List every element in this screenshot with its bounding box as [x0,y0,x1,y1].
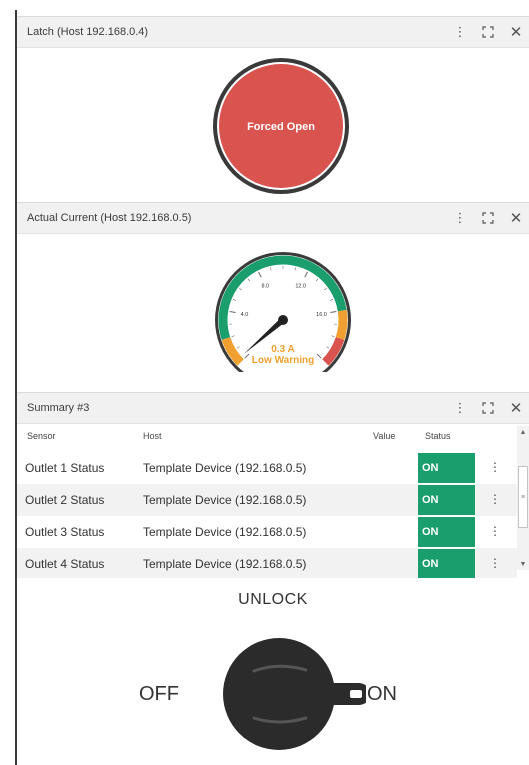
gauge-value-text: 0.3 A [271,344,295,355]
close-icon[interactable]: ✕ [507,23,525,41]
sensor-cell: Outlet 2 Status [25,493,105,507]
summary-panel: Summary #3 ⋮ ✕ Sensor Host Value Status … [17,392,529,578]
dashboard: Latch (Host 192.168.0.4) ⋮ ✕ Forced Open… [0,0,529,765]
unlock-title: UNLOCK [238,591,308,608]
status-badge: ON [418,485,475,515]
table-row[interactable]: Outlet 4 Status Template Device (192.168… [17,548,517,578]
sensor-cell: Outlet 4 Status [25,557,105,571]
kebab-menu-icon[interactable]: ⋮ [451,23,469,41]
row-menu-icon[interactable]: ⋮ [487,490,503,508]
host-cell: Template Device (192.168.0.5) [143,461,307,475]
current-panel-title: Actual Current (Host 192.168.0.5) [27,212,192,224]
on-label: ON [367,683,397,705]
table-header: Sensor Host Value Status [17,426,517,446]
gauge-status-text: Low Warning [252,355,314,366]
table-row[interactable]: Outlet 1 Status Template Device (192.168… [17,452,517,484]
column-header-status[interactable]: Status [425,431,451,441]
expand-icon[interactable] [479,209,497,227]
row-menu-icon[interactable]: ⋮ [487,522,503,540]
scroll-up-arrow-icon[interactable]: ▲ [517,426,529,438]
rotary-switch[interactable] [216,638,370,758]
latch-panel: Latch (Host 192.168.0.4) ⋮ ✕ Forced Open [17,16,529,202]
expand-icon[interactable] [479,399,497,417]
current-gauge: 4.0 8.0 12.0 16.0 0.3 A Low Warning [203,242,363,388]
host-cell: Template Device (192.168.0.5) [143,525,307,539]
host-cell: Template Device (192.168.0.5) [143,493,307,507]
current-panel: Actual Current (Host 192.168.0.5) ⋮ ✕ 4.… [17,202,529,390]
latch-panel-header[interactable]: Latch (Host 192.168.0.4) ⋮ ✕ [17,16,529,48]
gauge-tick-label: 8.0 [261,283,269,289]
status-badge: ON [418,453,475,483]
host-cell: Template Device (192.168.0.5) [143,557,307,571]
gauge-zone [335,309,348,340]
latch-state-label: Forced Open [247,121,315,133]
pointer-indicator [350,690,362,698]
row-menu-icon[interactable]: ⋮ [487,458,503,476]
latch-panel-title: Latch (Host 192.168.0.4) [27,26,149,38]
current-panel-header[interactable]: Actual Current (Host 192.168.0.5) ⋮ ✕ [17,202,529,234]
expand-icon[interactable] [479,23,497,41]
table-row[interactable]: Outlet 3 Status Template Device (192.168… [17,516,517,548]
column-header-sensor[interactable]: Sensor [27,431,56,441]
kebab-menu-icon[interactable]: ⋮ [451,209,469,227]
scroll-thumb[interactable]: ≡ [518,466,528,528]
status-badge: ON [418,517,475,547]
gauge-tick-label: 12.0 [295,283,306,289]
gauge-hub [278,315,288,325]
kebab-menu-icon[interactable]: ⋮ [451,399,469,417]
sensor-cell: Outlet 1 Status [25,461,105,475]
latch-indicator[interactable]: Forced Open [211,56,351,201]
status-badge: ON [418,549,475,578]
column-header-value[interactable]: Value [373,431,395,441]
gauge-tick-label: 4.0 [241,312,249,318]
table-row[interactable]: Outlet 2 Status Template Device (192.168… [17,484,517,516]
off-label: OFF [139,683,179,705]
column-header-host[interactable]: Host [143,431,162,441]
summary-panel-title: Summary #3 [27,402,90,414]
row-menu-icon[interactable]: ⋮ [487,554,503,572]
gauge-tick-label: 16.0 [316,312,327,318]
close-icon[interactable]: ✕ [507,209,525,227]
close-icon[interactable]: ✕ [507,399,525,417]
unlock-panel: UNLOCK OFF ON [17,578,529,765]
scroll-down-arrow-icon[interactable]: ▼ [517,558,529,570]
table-scrollbar[interactable]: ▲ ≡ ▼ [517,426,529,570]
summary-panel-header[interactable]: Summary #3 ⋮ ✕ [17,392,529,424]
sensor-cell: Outlet 3 Status [25,525,105,539]
